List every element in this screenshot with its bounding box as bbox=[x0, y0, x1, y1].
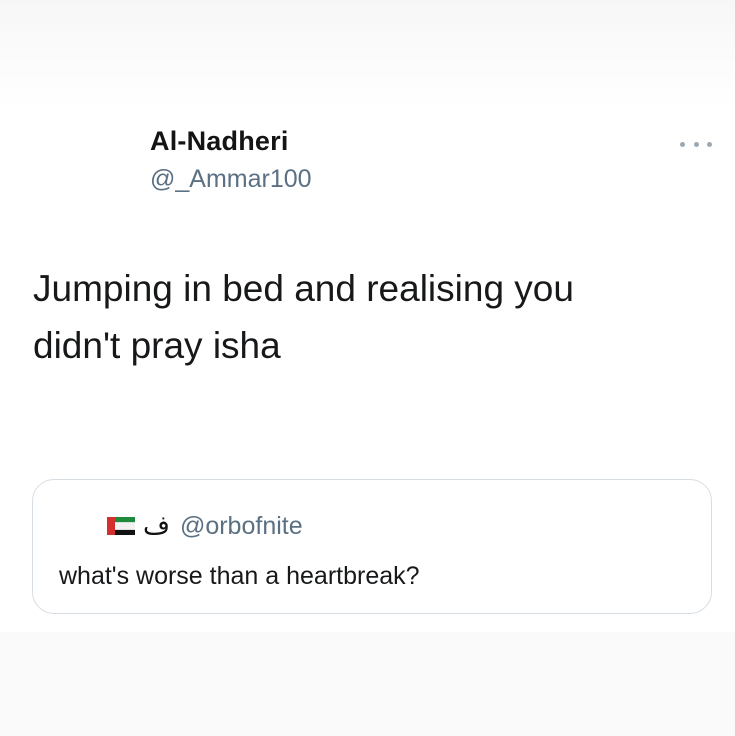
top-background bbox=[0, 0, 735, 110]
quoted-tweet-text: what's worse than a heartbreak? bbox=[59, 562, 420, 590]
uae-flag-icon bbox=[107, 517, 135, 535]
quoted-tweet-card[interactable]: ف @orbofnite what's worse than a heartbr… bbox=[32, 479, 712, 614]
bottom-background bbox=[0, 632, 735, 736]
more-horizontal-icon bbox=[693, 141, 699, 147]
quoted-tweet-header: ف @orbofnite bbox=[107, 510, 303, 542]
tweet-text-line: didn't pray isha bbox=[33, 325, 281, 366]
more-horizontal-icon bbox=[707, 141, 712, 147]
tweet-text-line: Jumping in bed and realising you bbox=[33, 268, 574, 309]
tweet-text: Jumping in bed and realising you didn't … bbox=[33, 260, 693, 374]
quoted-author-handle[interactable]: @orbofnite bbox=[180, 512, 303, 541]
more-options-button[interactable] bbox=[680, 137, 712, 151]
author-handle[interactable]: @_Ammar100 bbox=[150, 165, 312, 194]
more-horizontal-icon bbox=[680, 141, 685, 147]
author-display-name[interactable]: Al-Nadheri bbox=[150, 126, 289, 157]
quoted-author-name[interactable]: ف bbox=[143, 511, 170, 541]
